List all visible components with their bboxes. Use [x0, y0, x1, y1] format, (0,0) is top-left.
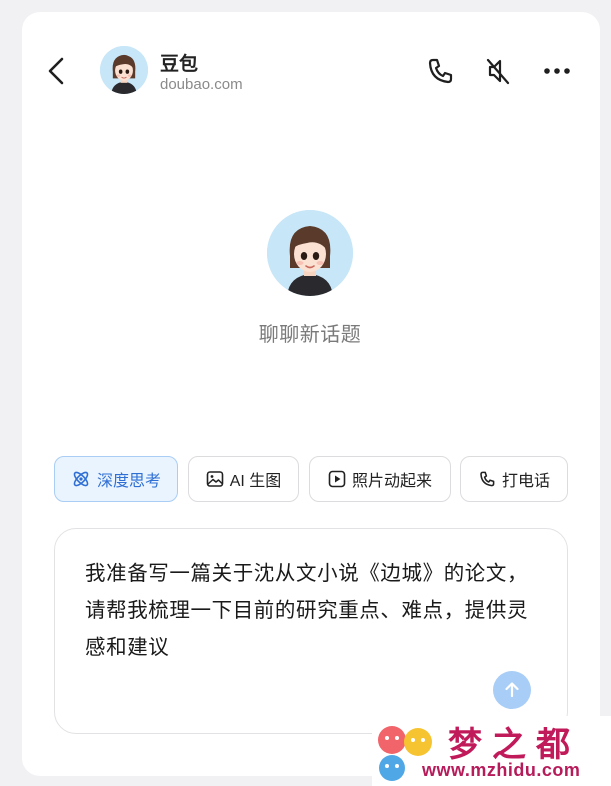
more-button[interactable]: [542, 56, 572, 86]
chat-header: 豆包 doubao.com: [22, 12, 600, 132]
chip-animate-photo[interactable]: 照片动起来: [309, 456, 451, 502]
arrow-up-icon: [505, 682, 519, 698]
new-topic-label: 聊聊新话题: [258, 324, 362, 346]
phone-icon: [428, 58, 453, 84]
atom-icon: [73, 471, 89, 487]
watermark-url: www.mzhidu.com: [422, 760, 581, 780]
mute-button[interactable]: [483, 56, 513, 86]
phone-icon: [480, 471, 495, 487]
more-dots-icon: [544, 68, 570, 74]
avatar-girl-icon: [267, 210, 353, 296]
chat-subtitle: doubao.com: [160, 76, 243, 93]
speaker-mute-icon: [486, 58, 510, 85]
watermark-title: 梦之都: [448, 726, 580, 764]
chat-title: 豆包: [160, 54, 199, 75]
chip-deep-thinking[interactable]: 深度思考: [54, 456, 178, 502]
chip-ai-image[interactable]: AI 生图: [188, 456, 299, 502]
chip-label: 照片动起来: [351, 473, 432, 490]
avatar[interactable]: [100, 46, 148, 94]
chip-phone-call[interactable]: 打电话: [460, 456, 568, 502]
back-button[interactable]: [44, 56, 68, 86]
assistant-avatar: [267, 210, 353, 296]
message-input[interactable]: 我准备写一篇关于沈从文小说《边城》的论文，请帮我梳理一下目前的研究重点、难点，提…: [54, 528, 568, 734]
chat-window: 豆包 doubao.com 聊聊新话题 深度思考 AI 生图 照片动起来 打电话…: [22, 12, 600, 776]
message-input-text[interactable]: 我准备写一篇关于沈从文小说《边城》的论文，请帮我梳理一下目前的研究重点、难点，提…: [85, 555, 543, 666]
chip-label: 打电话: [501, 473, 550, 490]
play-icon: [328, 470, 346, 488]
image-icon: [206, 471, 224, 487]
chevron-left-icon: [48, 57, 64, 85]
watermark: 梦之都 www.mzhidu.com: [372, 716, 611, 786]
call-button[interactable]: [425, 56, 455, 86]
chip-label: AI 生图: [229, 473, 282, 490]
send-button[interactable]: [493, 671, 531, 709]
avatar-girl-icon: [100, 46, 148, 94]
chip-label: 深度思考: [96, 473, 161, 490]
